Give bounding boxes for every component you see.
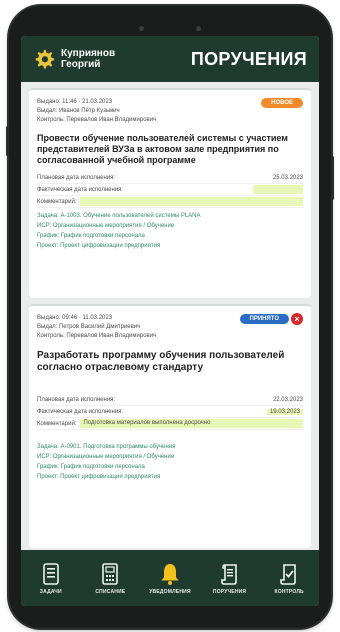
volume-button — [6, 126, 9, 156]
planned-date-value: 22.03.2023 — [272, 396, 303, 403]
nav-write-off[interactable]: СПИСАНИЕ — [84, 562, 136, 595]
power-button — [331, 156, 334, 200]
planned-date-row: Плановая дата исполнения: 22.03.2023 — [37, 394, 303, 406]
actual-date-row[interactable]: Фактическая дата исполнения: 19.03.2023 — [37, 406, 303, 418]
app-header: Куприянов Георгий ПОРУЧЕНИЯ — [21, 36, 319, 82]
user-name[interactable]: Куприянов Георгий — [61, 48, 115, 70]
comment-row[interactable]: Комментарий: Подготовка материалов выпол… — [37, 418, 303, 430]
comment-label: Комментарий: — [37, 198, 77, 205]
planned-date-value: 25.03.2023 — [272, 174, 303, 181]
schedule-link[interactable]: График: График подготовки персонала — [37, 231, 303, 241]
user-first-name: Георгий — [61, 59, 101, 70]
bottom-navigation: ЗАДАЧИ СПИСАНИЕ УВЕДОМЛЕНИЯ ПОРУЧЕНИЯ КО… — [21, 550, 319, 606]
planned-date-label: Плановая дата исполнения: — [37, 396, 116, 403]
actual-date-field[interactable]: 19.03.2023 — [266, 408, 303, 415]
tasks-icon — [42, 562, 59, 585]
comment-row[interactable]: Комментарий: — [37, 196, 303, 208]
actual-date-field[interactable] — [253, 185, 303, 194]
task-link[interactable]: Задача: А-1003. Обучение пользователей с… — [37, 211, 303, 221]
phone-sensors — [9, 18, 331, 36]
actual-date-row[interactable]: Фактическая дата исполнения: — [37, 184, 303, 196]
comment-label: Комментарий: — [37, 420, 77, 427]
issued-by: Выдал: Иванов Пётр Кузьмич — [37, 108, 120, 114]
controller: Контроль: Перевалов Иван Владимирович — [37, 117, 157, 123]
wbs-link[interactable]: ИСР: Организационные мероприятия / Обуче… — [37, 221, 303, 231]
status-badge: НОВОЕ — [261, 98, 303, 108]
project-link[interactable]: Проект: Проект цифровизации предприятия — [37, 472, 303, 482]
issued-by: Выдал: Петров Василий Дмитриевич — [37, 324, 141, 330]
write-off-icon — [102, 562, 119, 585]
app-screen: Куприянов Георгий ПОРУЧЕНИЯ Выдано: 11:4… — [21, 36, 319, 606]
actual-date-label: Фактическая дата исполнения: — [37, 186, 124, 193]
schedule-link[interactable]: График: График подготовки персонала — [37, 462, 303, 472]
planned-date-row: Плановая дата исполнения: 25.03.2023 — [37, 172, 303, 184]
user-last-name: Куприянов — [61, 48, 116, 59]
nav-label: СПИСАНИЕ — [95, 588, 126, 595]
nav-control[interactable]: КОНТРОЛЬ — [263, 562, 315, 595]
project-link[interactable]: Проект: Проект цифровизации предприятия — [37, 241, 303, 251]
nav-label: ЗАДАЧИ — [39, 588, 62, 595]
bell-icon — [161, 563, 179, 585]
comment-field[interactable] — [80, 197, 303, 206]
control-icon — [280, 563, 296, 585]
controller: Контроль: Перевалов Иван Владимирович — [37, 333, 157, 339]
assignment-card[interactable]: Выдано: 11:46 · 21.03.2023 НОВОЕ Выдал: … — [29, 88, 311, 298]
nav-label: ПОРУЧЕНИЯ — [212, 588, 247, 595]
phone-frame: Куприянов Георгий ПОРУЧЕНИЯ Выдано: 11:4… — [6, 6, 334, 628]
card-meta: Выдано: 11:46 · 21.03.2023 НОВОЕ — [37, 98, 303, 108]
planned-date-label: Плановая дата исполнения: — [37, 174, 116, 181]
comment-field[interactable]: Подготовка материалов выполнена досрочно — [80, 419, 303, 428]
card-meta: Выдано: 09:46 · 11.03.2023 ПРИНЯТО × — [37, 313, 303, 325]
assignment-card[interactable]: Выдано: 09:46 · 11.03.2023 ПРИНЯТО × Выд… — [29, 304, 311, 548]
task-link[interactable]: Задача: А-0901. Подготовка программы обу… — [37, 442, 303, 452]
page-title: ПОРУЧЕНИЯ — [190, 48, 307, 69]
gear-icon[interactable] — [33, 48, 55, 70]
status-badge: ПРИНЯТО — [239, 314, 289, 324]
assignments-list[interactable]: Выдано: 11:46 · 21.03.2023 НОВОЕ Выдал: … — [21, 82, 319, 550]
nav-tasks[interactable]: ЗАДАЧИ — [25, 562, 77, 595]
assignment-icon — [220, 563, 237, 585]
nav-label: УВЕДОМЛЕНИЯ — [149, 588, 191, 595]
nav-assignments[interactable]: ПОРУЧЕНИЯ — [204, 562, 256, 595]
nav-label: КОНТРОЛЬ — [274, 588, 304, 595]
actual-date-label: Фактическая дата исполнения: — [37, 408, 124, 415]
assignment-title: Провести обучение пользователей системы … — [37, 133, 288, 165]
close-icon[interactable]: × — [291, 313, 303, 325]
nav-notifications[interactable]: УВЕДОМЛЕНИЯ — [144, 562, 196, 595]
assignment-title: Разработать программу обучения пользоват… — [37, 350, 285, 373]
wbs-link[interactable]: ИСР: Организационные мероприятия / Обуче… — [37, 452, 303, 462]
